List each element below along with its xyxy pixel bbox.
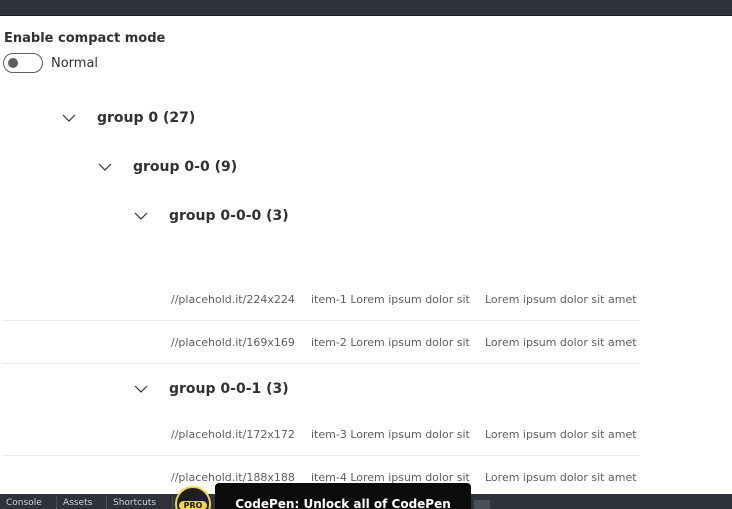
group-header-0-0-0[interactable]: group 0-0-0 (3) [133,204,289,228]
assets-tab[interactable]: Assets [57,496,107,509]
list-row[interactable]: //placehold.it/172x172 item-3 Lorem ipsu… [3,414,640,456]
list-row[interactable]: //placehold.it/224x224 item-1 Lorem ipsu… [3,279,640,321]
toggle-knob [8,58,18,68]
chevron-down-icon[interactable] [97,159,113,175]
group-title: group 0-0 (9) [133,159,238,175]
group-header-0-0[interactable]: group 0-0 (9) [97,155,237,179]
thumbnail-cell: //placehold.it/169x169 [171,336,295,349]
key-cell: item-1 Lorem ipsum dolor sit [311,293,470,306]
promo-text: CodePen: Unlock all of CodePen [235,497,451,509]
compact-mode-toggle-row: Normal [3,53,98,73]
description-cell: Lorem ipsum dolor sit amet, [485,471,637,484]
console-tab[interactable]: Console [0,496,57,509]
shortcuts-tab[interactable]: Shortcuts [107,496,173,509]
description-cell: Lorem ipsum dolor sit amet, [485,428,637,441]
codepen-promo-banner[interactable]: CodePen: Unlock all of CodePen [215,483,471,509]
compact-mode-toggle[interactable] [3,53,43,73]
thumbnail-cell: //placehold.it/224x224 [171,293,295,306]
top-chrome-bar [0,0,732,16]
compact-mode-label: Enable compact mode [4,31,166,46]
chevron-down-icon[interactable] [133,208,149,224]
group-title: group 0-0-1 (3) [169,381,289,397]
pro-badge-label: PRO [179,501,207,509]
chevron-down-icon[interactable] [61,110,77,126]
group-title: group 0-0-0 (3) [169,208,289,224]
description-cell: Lorem ipsum dolor sit amet, [485,293,637,306]
chevron-down-icon[interactable] [133,381,149,397]
group-header-0-0-1[interactable]: group 0-0-1 (3) [133,377,289,401]
thumbnail-cell: //placehold.it/172x172 [171,428,295,441]
toggle-state-text: Normal [51,55,99,71]
list-row[interactable]: //placehold.it/169x169 item-2 Lorem ipsu… [3,322,640,364]
description-cell: Lorem ipsum dolor sit amet, [485,336,637,349]
key-cell: item-2 Lorem ipsum dolor sit [311,336,470,349]
key-cell: item-3 Lorem ipsum dolor sit [311,428,470,441]
group-header-0[interactable]: group 0 (27) [61,106,195,130]
group-title: group 0 (27) [97,110,196,126]
toolbar-divider [474,500,490,509]
